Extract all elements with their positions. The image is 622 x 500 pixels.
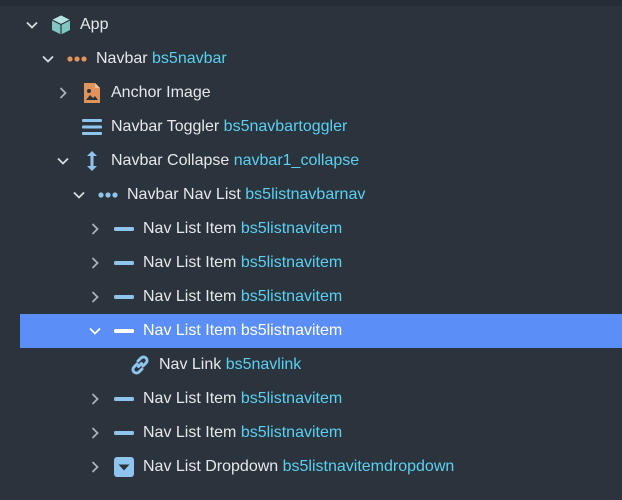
dash-icon: [113, 422, 135, 444]
tree-item-label: Navbar bs5navbar: [96, 50, 227, 68]
dash-icon: [113, 252, 135, 274]
tree-item-id: bs5navlink: [225, 356, 302, 373]
tree-item-id: bs5listnavitem: [240, 424, 343, 441]
link-icon: [129, 354, 151, 376]
tree-item-nav-list-item[interactable]: Nav List Item bs5listnavitem: [0, 246, 622, 280]
tree-item-name: Nav Link: [159, 356, 222, 373]
tree-item-navbar-toggler[interactable]: Navbar Toggler bs5navbartoggler: [0, 110, 622, 144]
tree-item-name: App: [80, 16, 109, 33]
dash-icon: [113, 320, 135, 342]
dots-icon: [97, 184, 119, 206]
chevron-right-icon[interactable]: [87, 255, 103, 271]
tree-item-id: bs5listnavitemdropdown: [282, 458, 455, 475]
tree-item-nav-list-item[interactable]: Nav List Item bs5listnavitem: [0, 212, 622, 246]
tree-item-id: navbar1_collapse: [233, 152, 360, 169]
tree-item-name: Nav List Item: [143, 424, 237, 441]
chevron-right-icon[interactable]: [87, 289, 103, 305]
chevron-down-icon[interactable]: [55, 153, 71, 169]
tree-item-nav-link[interactable]: Nav Link bs5navlink: [0, 348, 622, 382]
chevron-right-icon[interactable]: [87, 391, 103, 407]
tree-item-name: Navbar Toggler: [111, 118, 220, 135]
tree-item-name: Nav List Dropdown: [143, 458, 279, 475]
tree-item-label: Navbar Collapse navbar1_collapse: [111, 152, 359, 170]
tree-item-name: Anchor Image: [111, 84, 211, 101]
component-tree: App Navbar bs5navbar Anchor Image Navbar…: [0, 8, 622, 484]
vertical-arrows-icon: [81, 150, 103, 172]
chevron-right-icon[interactable]: [87, 459, 103, 475]
tree-item-label: Nav List Dropdown bs5listnavitemdropdown: [143, 458, 454, 476]
dash-icon: [113, 286, 135, 308]
chevron-right-icon[interactable]: [87, 221, 103, 237]
chevron-down-icon[interactable]: [71, 187, 87, 203]
tree-item-navbar-collapse[interactable]: Navbar Collapse navbar1_collapse: [0, 144, 622, 178]
tree-item-navbar[interactable]: Navbar bs5navbar: [0, 42, 622, 76]
tree-item-name: Nav List Item: [143, 254, 237, 271]
tree-item-label: Nav List Item bs5listnavitem: [143, 322, 342, 340]
tree-item-name: Nav List Item: [143, 390, 237, 407]
tree-item-name: Navbar Nav List: [127, 186, 241, 203]
tree-item-id: bs5listnavbarnav: [245, 186, 366, 203]
tree-item-label: App: [80, 16, 108, 34]
tree-item-name: Nav List Item: [143, 288, 237, 305]
tree-item-nav-list-item[interactable]: Nav List Item bs5listnavitem: [0, 416, 622, 450]
tree-item-label: Nav List Item bs5listnavitem: [143, 288, 342, 306]
image-file-icon: [81, 82, 103, 104]
chevron-down-icon[interactable]: [40, 51, 56, 67]
tree-item-navbar-nav-list[interactable]: Navbar Nav List bs5listnavbarnav: [0, 178, 622, 212]
tree-item-label: Nav Link bs5navlink: [159, 356, 301, 374]
tree-item-id: bs5listnavitem: [240, 322, 343, 339]
tree-item-id: bs5navbartoggler: [223, 118, 348, 135]
tree-item-nav-list-item[interactable]: Nav List Item bs5listnavitem: [0, 382, 622, 416]
panel-top-edge: [0, 0, 622, 6]
tree-item-id: bs5listnavitem: [240, 288, 343, 305]
chevron-right-icon[interactable]: [87, 425, 103, 441]
tree-item-name: Nav List Item: [143, 220, 237, 237]
chevron-down-icon[interactable]: [87, 323, 103, 339]
dropdown-icon: [113, 456, 135, 478]
tree-item-app[interactable]: App: [0, 8, 622, 42]
tree-item-nav-list-item[interactable]: Nav List Item bs5listnavitem: [0, 280, 622, 314]
tree-item-id: bs5listnavitem: [240, 220, 343, 237]
tree-item-label: Nav List Item bs5listnavitem: [143, 424, 342, 442]
tree-item-id: bs5listnavitem: [240, 390, 343, 407]
cube-icon: [50, 14, 72, 36]
tree-item-id: bs5navbar: [152, 50, 227, 67]
tree-item-label: Nav List Item bs5listnavitem: [143, 220, 342, 238]
chevron-down-icon[interactable]: [24, 17, 40, 33]
tree-item-nav-list-item-selected[interactable]: Nav List Item bs5listnavitem: [20, 314, 622, 348]
tree-item-label: Nav List Item bs5listnavitem: [143, 254, 342, 272]
tree-item-label: Anchor Image: [111, 84, 211, 102]
tree-item-name: Navbar Collapse: [111, 152, 230, 169]
tree-item-nav-list-dropdown[interactable]: Nav List Dropdown bs5listnavitemdropdown: [0, 450, 622, 484]
tree-item-label: Navbar Toggler bs5navbartoggler: [111, 118, 347, 136]
dots-icon: [66, 48, 88, 70]
dash-icon: [113, 218, 135, 240]
chevron-right-icon[interactable]: [55, 85, 71, 101]
dash-icon: [113, 388, 135, 410]
tree-item-label: Navbar Nav List bs5listnavbarnav: [127, 186, 365, 204]
tree-item-name: Nav List Item: [143, 322, 237, 339]
tree-item-label: Nav List Item bs5listnavitem: [143, 390, 342, 408]
tree-item-id: bs5listnavitem: [240, 254, 343, 271]
hamburger-icon: [81, 116, 103, 138]
tree-item-anchor-image[interactable]: Anchor Image: [0, 76, 622, 110]
tree-item-name: Navbar: [96, 50, 148, 67]
